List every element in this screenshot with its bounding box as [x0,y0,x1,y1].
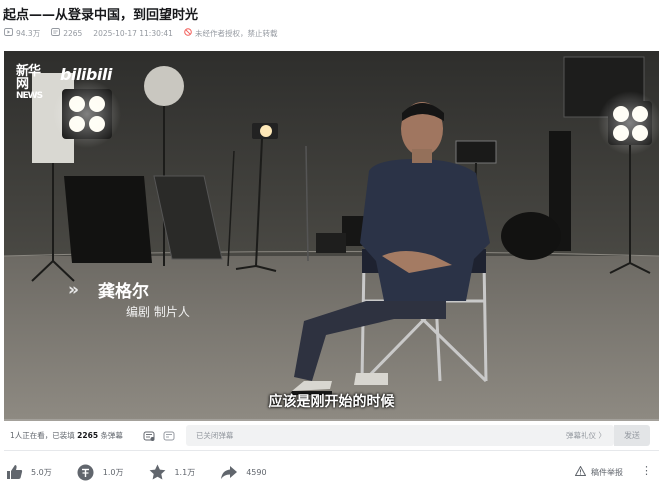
more-options-icon[interactable]: ⋮ [641,464,653,477]
share-count: 4590 [246,467,267,477]
views-count: 94.3万 [16,28,41,38]
video-frame [4,51,659,421]
favorite-count: 1.1万 [174,467,196,477]
views-stat: 94.3万 [4,28,40,39]
warning-icon [574,465,587,478]
repost-notice-text: 未经作者授权，禁止转载 [194,28,278,38]
danmaku-input[interactable]: 已关闭弹幕 弹幕礼仪 〉 [185,425,614,446]
loaded-danmaku-count: 2265 [77,431,99,440]
chevron-right-icon: » [68,280,79,300]
bilibili-logo: bilibili [60,65,112,84]
danmaku-input-placeholder: 已关闭弹幕 [195,431,234,440]
video-player[interactable]: 新华网 NEWS bilibili » 龚格尔 编剧 制片人 应该是刚开始的时候 [4,51,659,421]
danmaku-toggle-icon[interactable] [143,430,155,442]
thumbs-up-icon [4,462,24,482]
danmaku-etiquette-link[interactable]: 弹幕礼仪 〉 [566,430,606,441]
play-count-icon [4,28,13,38]
video-meta: 94.3万 2265 2025-10-17 11:30:41 未经作者授权，禁止… [4,27,288,39]
watching-status: 1人正在看，已装填 2265 条弹幕 [10,431,123,440]
report-button[interactable]: 稿件举报 [574,460,623,484]
danmaku-bar: 1人正在看，已装填 2265 条弹幕 已关闭弹幕 弹幕礼仪 〉 发送 [4,421,659,451]
repost-notice: 未经作者授权，禁止转载 [184,28,278,39]
favorite-button[interactable]: 1.1万 [147,462,195,482]
danmaku-settings-icon[interactable] [163,430,175,442]
danmaku-stat: 2265 [51,28,82,38]
coin-icon [76,462,96,482]
no-repost-icon [184,28,192,38]
video-toolbar: 5.0万 1.0万 1.1万 4590 稿件举报 ⋮ [4,460,659,484]
speaker-name: 龚格尔 [98,282,149,302]
video-subtitle: 应该是刚开始的时候 [268,394,395,410]
coin-count: 1.0万 [102,467,124,477]
video-title: 起点——从登录中国，到回望时光 [3,8,199,23]
like-count: 5.0万 [31,467,52,477]
star-icon [147,462,167,482]
like-button[interactable]: 5.0万 [4,462,52,482]
publish-time: 2025-10-17 11:30:41 [93,28,173,38]
share-button[interactable]: 4590 [219,462,267,482]
share-arrow-icon [219,462,239,482]
report-label: 稿件举报 [591,467,623,477]
xinhua-logo: 新华网 NEWS [16,64,43,101]
danmaku-count-icon [51,28,61,38]
coin-button[interactable]: 1.0万 [76,462,124,482]
danmaku-count: 2265 [63,28,83,38]
send-danmaku-button[interactable]: 发送 [613,425,650,446]
speaker-role: 编剧 制片人 [126,305,190,319]
